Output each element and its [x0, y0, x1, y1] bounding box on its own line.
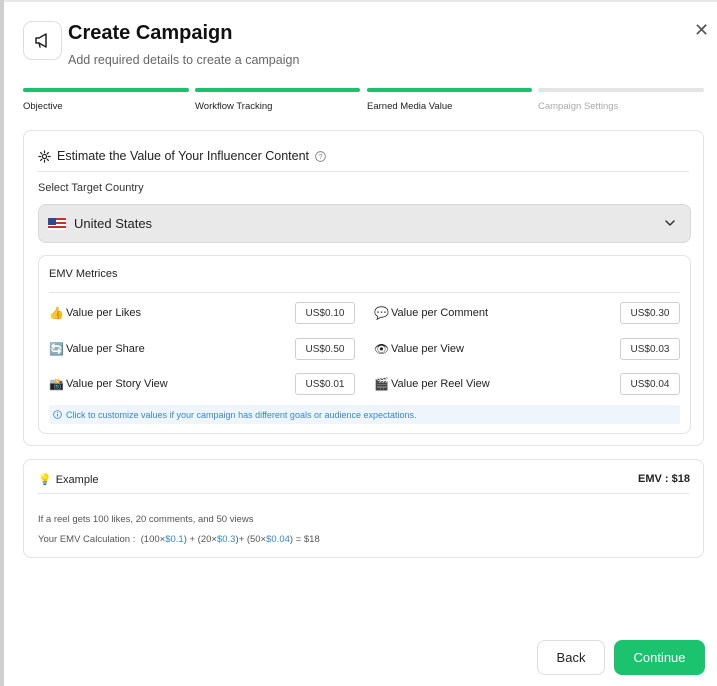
metric-view: 👁 Value per View	[374, 338, 464, 360]
example-title-row: 💡 Example	[38, 473, 99, 487]
step-bar	[538, 88, 704, 92]
speech-bubble-icon: 💬	[374, 306, 389, 320]
divider	[38, 493, 689, 494]
chevron-down-icon	[665, 220, 675, 226]
step-label: Earned Media Value	[367, 101, 453, 112]
metric-label: Value per View	[391, 343, 464, 355]
metric-label: Value per Reel View	[391, 378, 490, 390]
step-bar	[195, 88, 360, 92]
metric-reel-view: 🎬 Value per Reel View	[374, 373, 490, 395]
help-circle-icon[interactable]: ?	[315, 150, 326, 162]
metric-likes: 👍 Value per Likes	[49, 302, 141, 324]
example-card: 💡 Example EMV : $18 If a reel gets 100 l…	[23, 459, 704, 558]
likes-value-input[interactable]: US$0.10	[295, 302, 355, 324]
country-select[interactable]: United States	[38, 204, 691, 243]
step-workflow-tracking[interactable]: Workflow Tracking	[195, 88, 360, 112]
story-view-value-input[interactable]: US$0.01	[295, 373, 355, 395]
us-flag-icon	[48, 217, 66, 230]
calc-label: Your EMV Calculation :	[38, 534, 141, 545]
metric-label: Value per Share	[66, 343, 145, 355]
calc-part: )+ (50×	[235, 534, 267, 545]
thumbs-up-icon: 👍	[49, 306, 64, 320]
calc-part: (100×	[140, 534, 166, 545]
svg-text:?: ?	[318, 152, 322, 161]
example-title: Example	[55, 473, 99, 486]
estimate-title: Estimate the Value of Your Influencer Co…	[57, 149, 310, 163]
step-campaign-settings[interactable]: Campaign Settings	[538, 88, 704, 112]
close-icon[interactable]: ✕	[694, 21, 709, 39]
share-value-input[interactable]: US$0.50	[295, 338, 355, 360]
back-button[interactable]: Back	[537, 640, 605, 675]
camera-flash-icon: 📸	[49, 377, 64, 391]
metric-story-view: 📸 Value per Story View	[49, 373, 168, 395]
emv-title: EMV Metrices	[49, 268, 118, 280]
calc-part: ) + (20×	[183, 534, 217, 545]
calc-rate: $0.1	[165, 534, 184, 545]
step-label: Campaign Settings	[538, 101, 619, 112]
calc-rate: $0.04	[266, 534, 290, 545]
step-label: Objective	[23, 101, 63, 112]
metric-label: Value per Comment	[391, 307, 489, 319]
reel-view-value-input[interactable]: US$0.04	[620, 373, 680, 395]
megaphone-icon	[23, 21, 62, 60]
calc-rate: $0.3	[216, 534, 236, 545]
eye-icon: 👁	[374, 342, 390, 356]
share-arrows-icon: 🔄	[49, 342, 64, 356]
step-bar	[23, 88, 189, 92]
metric-label: Value per Story View	[66, 378, 168, 390]
modal-subtitle: Add required details to create a campaig…	[68, 53, 300, 67]
calc-part: ) = $18	[289, 534, 320, 545]
modal-title: Create Campaign	[68, 22, 233, 44]
country-value: United States	[74, 216, 153, 231]
info-icon	[53, 410, 62, 419]
metric-label: Value per Likes	[66, 307, 142, 319]
step-bar	[367, 88, 532, 92]
gear-icon	[38, 149, 51, 163]
comment-value-input[interactable]: US$0.30	[620, 302, 680, 324]
estimate-card: Estimate the Value of Your Influencer Co…	[23, 130, 704, 446]
divider	[49, 292, 680, 293]
metric-comment: 💬 Value per Comment	[374, 302, 488, 324]
divider	[38, 171, 689, 172]
step-objective[interactable]: Objective	[23, 88, 189, 112]
example-calculation: Your EMV Calculation : (100×$0.1) + (20×…	[38, 534, 320, 545]
progress-steps: Objective Workflow Tracking Earned Media…	[23, 88, 704, 112]
create-campaign-modal: Create Campaign Add required details to …	[4, 2, 717, 686]
estimate-title-row: Estimate the Value of Your Influencer Co…	[38, 149, 326, 163]
step-label: Workflow Tracking	[195, 101, 273, 112]
view-value-input[interactable]: US$0.03	[620, 338, 680, 360]
example-emv-total: EMV : $18	[638, 473, 690, 485]
light-bulb-icon: 💡	[38, 474, 52, 486]
clapper-board-icon: 🎬	[374, 377, 389, 391]
customize-info-bar[interactable]: Click to customize values if your campai…	[49, 405, 680, 424]
step-earned-media-value[interactable]: Earned Media Value	[367, 88, 532, 112]
continue-button[interactable]: Continue	[614, 640, 705, 675]
country-label: Select Target Country	[38, 182, 144, 194]
info-text: Click to customize values if your campai…	[66, 409, 417, 420]
example-description: If a reel gets 100 likes, 20 comments, a…	[38, 514, 254, 525]
metric-share: 🔄 Value per Share	[49, 338, 145, 360]
emv-metrics-box: EMV Metrices 👍 Value per Likes US$0.10 💬…	[38, 255, 691, 434]
